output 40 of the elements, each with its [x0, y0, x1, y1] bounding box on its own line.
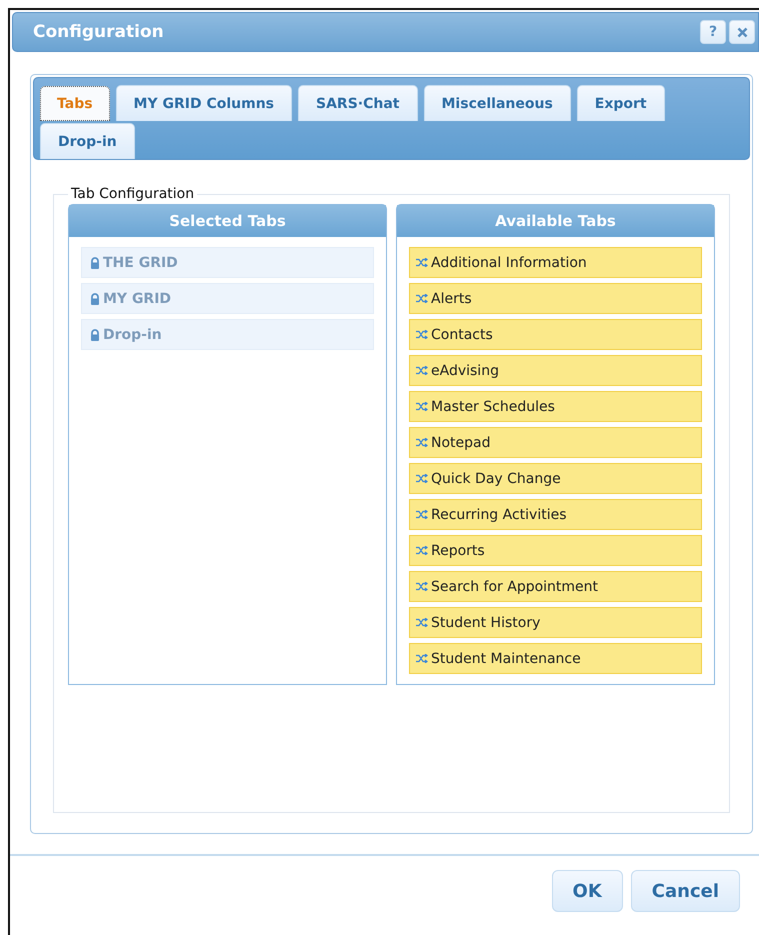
tab[interactable]: Miscellaneous — [424, 85, 571, 121]
shuffle-icon — [416, 474, 428, 483]
shuffle-icon — [416, 330, 428, 339]
shuffle-icon — [416, 366, 428, 375]
tab[interactable]: MY GRID Columns — [116, 85, 292, 121]
lock-icon — [90, 328, 100, 340]
panel-header: Available Tabs — [397, 205, 714, 237]
dialog-button[interactable]: OK — [552, 870, 623, 912]
shuffle-icon — [416, 258, 428, 267]
dialog-button[interactable]: Cancel — [630, 870, 740, 912]
tab[interactable]: Drop-in — [40, 123, 135, 159]
tab-list-item[interactable]: Quick Day Change — [409, 463, 702, 494]
tab-list-item[interactable]: Master Schedules — [409, 391, 702, 422]
tab-list-item[interactable]: Reports — [409, 535, 702, 566]
shuffle-icon — [416, 582, 428, 591]
shuffle-icon — [416, 654, 428, 663]
shuffle-icon — [416, 618, 428, 627]
shuffle-icon — [416, 510, 428, 519]
shuffle-icon — [416, 546, 428, 555]
group-title: Tab Configuration — [70, 186, 196, 202]
tab-list-item[interactable]: Alerts — [409, 283, 702, 314]
tab-list-item[interactable]: Student History — [409, 607, 702, 638]
tab-list-item[interactable]: Notepad — [409, 427, 702, 458]
tab-list-item[interactable]: Search for Appointment — [409, 571, 702, 602]
tab-list-item[interactable]: Recurring Activities — [409, 499, 702, 530]
close-icon — [736, 26, 748, 38]
tab[interactable]: Export — [576, 85, 665, 121]
panel-header: Selected Tabs — [69, 205, 386, 237]
shuffle-icon — [416, 438, 428, 447]
window-title: Configuration — [33, 22, 165, 42]
tab[interactable]: SARS·Chat — [298, 85, 418, 121]
shuffle-icon — [416, 294, 428, 303]
tab-list-item[interactable]: eAdvising — [409, 355, 702, 386]
close-button[interactable] — [729, 20, 755, 44]
tab-list-item[interactable]: Additional Information — [409, 247, 702, 278]
tab-list-item[interactable]: Student Maintenance — [409, 643, 702, 674]
lock-icon — [90, 292, 100, 304]
shuffle-icon — [416, 402, 428, 411]
lock-icon — [90, 256, 100, 268]
tab-list-item[interactable]: Contacts — [409, 319, 702, 350]
